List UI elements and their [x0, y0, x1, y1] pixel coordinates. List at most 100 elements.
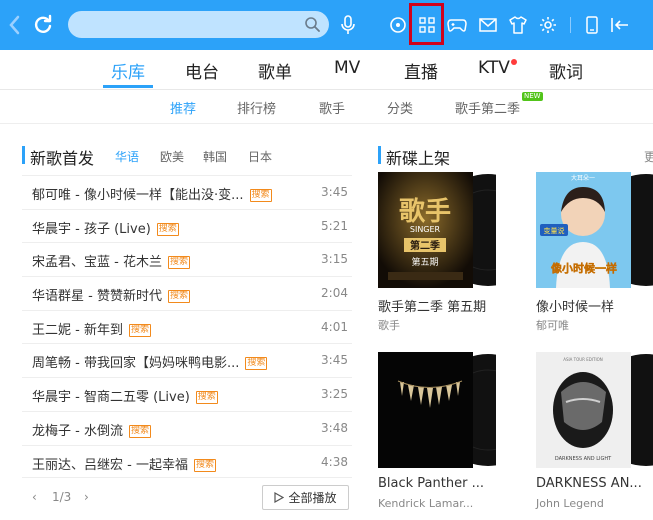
tab-ktv[interactable]: KTV	[478, 58, 510, 78]
song-title[interactable]: 王丽达、吕继宏 - 一起幸福 搜索	[32, 454, 216, 473]
album-artist[interactable]: John Legend	[536, 497, 604, 510]
subtab-categories[interactable]: 分类	[387, 98, 413, 117]
notification-dot	[511, 59, 517, 65]
song-row[interactable]: 华语群星 - 赞赞新时代 搜索 2:04	[22, 276, 352, 309]
sub-nav: 推荐 排行榜 歌手 分类 歌手第二季 NEW	[0, 90, 653, 124]
highlight-box	[409, 3, 444, 45]
album-name[interactable]: 歌手第二季 第五期	[378, 296, 508, 315]
sq-badge: 搜索	[156, 223, 179, 236]
search-input[interactable]	[68, 11, 329, 38]
subtab-singer-season2[interactable]: 歌手第二季	[455, 98, 520, 117]
song-title[interactable]: 郁可唯 - 像小时候一样【能出没·变... 搜索	[32, 184, 272, 203]
album-artist[interactable]: 郁可唯	[536, 317, 569, 333]
phone-icon[interactable]	[577, 10, 607, 40]
new-badge: NEW	[522, 92, 543, 101]
song-duration: 3:45	[321, 353, 348, 367]
song-duration: 3:15	[321, 252, 348, 266]
song-title[interactable]: 宋孟君、宝蓝 - 花木兰 搜索	[32, 251, 190, 270]
section-marker	[378, 146, 381, 164]
song-title[interactable]: 华晨宇 - 孩子 (Live) 搜索	[32, 218, 179, 237]
more-link[interactable]: 更	[644, 148, 653, 165]
song-row[interactable]: 华晨宇 - 智商二五零 (Live) 搜索 3:25	[22, 377, 352, 410]
mic-icon[interactable]	[333, 10, 363, 40]
subtab-charts[interactable]: 排行榜	[237, 98, 276, 117]
cover-title: 像小时候一样	[551, 261, 617, 275]
exit-icon[interactable]	[605, 10, 635, 40]
sq-badge: 搜索	[128, 425, 151, 438]
sq-badge: 搜索	[195, 391, 218, 404]
cover-episode: 第五期	[411, 256, 438, 268]
subtab-singers[interactable]: 歌手	[319, 98, 345, 117]
song-row[interactable]: 郁可唯 - 像小时候一样【能出没·变... 搜索 3:45	[22, 175, 352, 208]
album-artist[interactable]: 歌手	[378, 317, 400, 333]
song-title[interactable]: 王二妮 - 新年到 搜索	[32, 319, 151, 338]
song-title[interactable]: 周笔畅 - 带我回家【妈妈咪鸭电影... 搜索	[32, 352, 268, 371]
refresh-icon[interactable]	[28, 10, 58, 40]
album-cover[interactable]	[378, 352, 496, 468]
sq-badge: 搜索	[167, 290, 190, 303]
song-duration: 2:04	[321, 286, 348, 300]
filter-western[interactable]: 欧美	[160, 148, 184, 165]
next-page-icon[interactable]: ›	[84, 490, 89, 504]
tab-live[interactable]: 直播	[404, 58, 438, 83]
gamepad-icon[interactable]	[442, 10, 472, 40]
back-icon[interactable]	[0, 10, 30, 40]
filter-korean[interactable]: 韩国	[203, 148, 227, 165]
album-cover[interactable]: 大耳朵一 变量说 像小时候一样	[536, 172, 653, 288]
page-indicator: 1/3	[52, 490, 72, 504]
song-title-text: 王二妮 - 新年到	[32, 323, 123, 338]
song-title[interactable]: 华语群星 - 赞赞新时代 搜索	[32, 285, 190, 304]
new-songs-title: 新歌首发	[30, 149, 95, 168]
song-row[interactable]: 周笔畅 - 带我回家【妈妈咪鸭电影... 搜索 3:45	[22, 343, 352, 376]
filter-chinese[interactable]: 华语	[115, 148, 139, 165]
tab-radio[interactable]: 电台	[185, 58, 219, 83]
mail-icon[interactable]	[473, 10, 503, 40]
album-cover[interactable]: ASIA TOUR EDITION DARKNESS AND LIGHT	[536, 352, 653, 468]
song-duration: 4:38	[321, 455, 348, 469]
album-name[interactable]: Black Panther ...	[378, 476, 508, 491]
active-tab-indicator	[103, 85, 153, 88]
song-title-text: 华晨宇 - 孩子 (Live)	[32, 222, 151, 237]
song-row[interactable]: 王二妮 - 新年到 搜索 4:01	[22, 310, 352, 343]
cover-title: DARKNESS AND LIGHT	[555, 456, 612, 462]
tab-lyrics[interactable]: 歌词	[549, 58, 583, 83]
play-all-button[interactable]: 全部播放	[262, 485, 349, 510]
prev-page-icon[interactable]: ‹	[32, 490, 37, 504]
subtab-recommend[interactable]: 推荐	[170, 98, 196, 117]
tab-playlists[interactable]: 歌单	[258, 58, 292, 83]
sq-badge: 搜索	[167, 256, 190, 269]
song-row[interactable]: 王丽达、吕继宏 - 一起幸福 搜索 4:38	[22, 445, 352, 478]
song-title-text: 王丽达、吕继宏 - 一起幸福	[32, 458, 188, 473]
cover-season: 第二季	[410, 239, 441, 252]
song-title-text: 华语群星 - 赞赞新时代	[32, 289, 162, 304]
song-title[interactable]: 华晨宇 - 智商二五零 (Live) 搜索	[32, 386, 218, 405]
section-marker	[22, 146, 25, 164]
song-row[interactable]: 龙梅子 - 水倒流 搜索 3:48	[22, 411, 352, 444]
song-row[interactable]: 宋孟君、宝蓝 - 花木兰 搜索 3:15	[22, 242, 352, 275]
song-title-text: 郁可唯 - 像小时候一样【能出没·变...	[32, 188, 244, 203]
search-icon[interactable]	[301, 13, 323, 35]
cover-title: 歌手	[399, 197, 451, 227]
song-title-text: 龙梅子 - 水倒流	[32, 424, 123, 439]
song-duration: 4:01	[321, 320, 348, 334]
settings-icon[interactable]	[533, 10, 563, 40]
cover-badge: 变量说	[544, 226, 565, 235]
song-title-text: 周笔畅 - 带我回家【妈妈咪鸭电影...	[32, 356, 240, 371]
filter-japanese[interactable]: 日本	[248, 148, 272, 165]
album-name[interactable]: 像小时候一样	[536, 296, 653, 315]
song-duration: 3:45	[321, 185, 348, 199]
toolbar-divider	[570, 17, 571, 33]
top-bar	[0, 0, 653, 50]
song-duration: 5:21	[321, 219, 348, 233]
tab-library[interactable]: 乐库	[111, 58, 145, 83]
song-row[interactable]: 华晨宇 - 孩子 (Live) 搜索 5:21	[22, 209, 352, 242]
album-name[interactable]: DARKNESS AN...	[536, 476, 653, 491]
cover-subtitle: SINGER	[410, 225, 441, 234]
tab-mv[interactable]: MV	[334, 58, 360, 78]
album-artist[interactable]: Kendrick Lamar...	[378, 497, 473, 510]
sq-badge: 搜索	[249, 189, 272, 202]
shirt-icon[interactable]	[503, 10, 533, 40]
song-duration: 3:25	[321, 387, 348, 401]
album-cover[interactable]: 歌手 SINGER 第二季 第五期	[378, 172, 496, 288]
song-title[interactable]: 龙梅子 - 水倒流 搜索	[32, 420, 151, 439]
